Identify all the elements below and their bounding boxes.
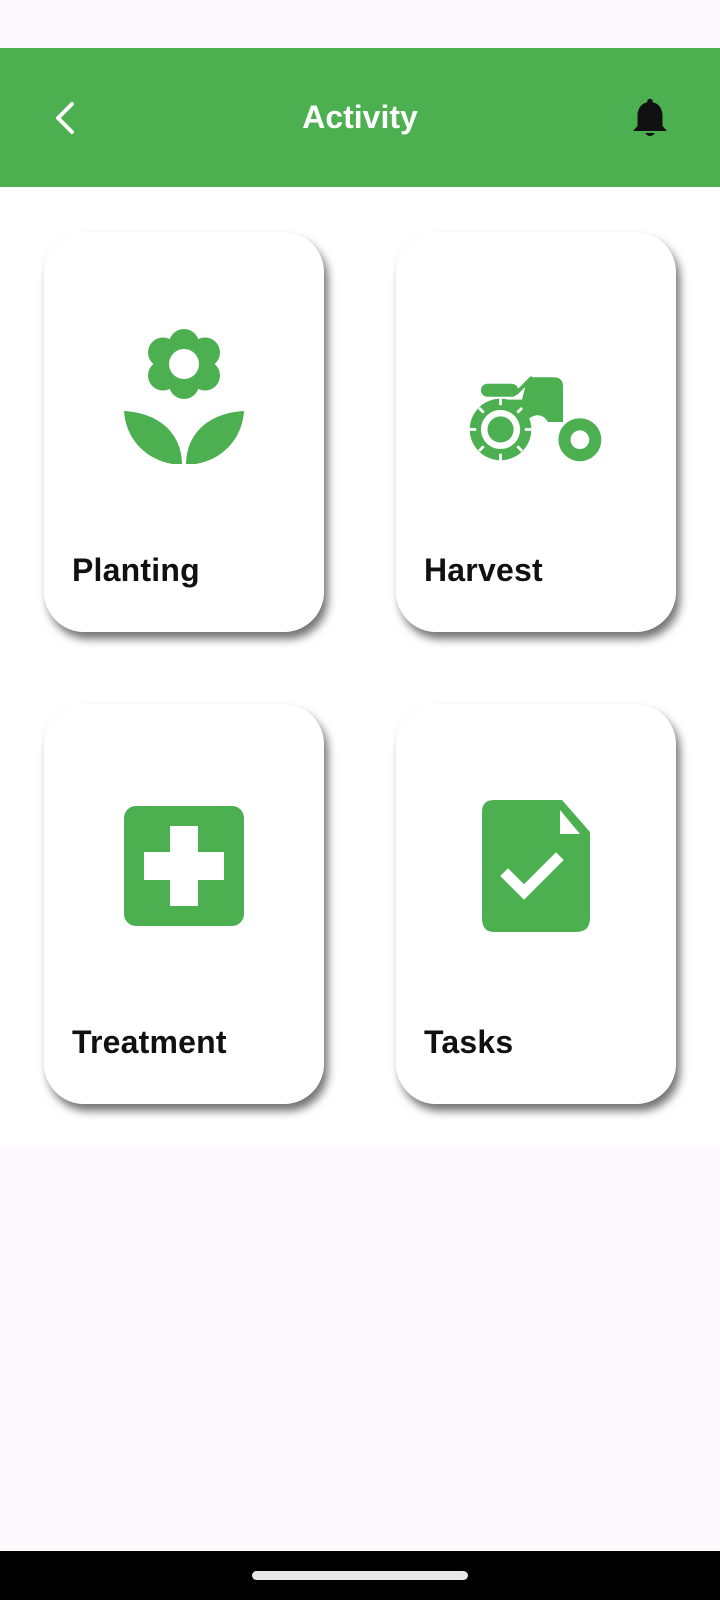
tasks-label: Tasks <box>424 1024 514 1060</box>
task-document-check-icon <box>482 800 590 932</box>
flower-icon <box>124 329 244 464</box>
notifications-button[interactable] <box>624 92 676 146</box>
tractor-icon <box>469 376 602 462</box>
harvest-label: Harvest <box>424 552 543 588</box>
home-gesture-handle[interactable] <box>252 1571 468 1580</box>
status-bar <box>0 0 720 48</box>
treatment-label: Treatment <box>72 1024 227 1060</box>
harvest-card[interactable]: Harvest <box>396 232 676 632</box>
planting-label: Planting <box>72 552 200 588</box>
tasks-card[interactable]: Tasks <box>396 704 676 1104</box>
bell-icon <box>633 98 667 136</box>
back-button[interactable] <box>40 90 90 146</box>
chevron-left-icon <box>56 102 74 134</box>
treatment-card[interactable]: Treatment <box>44 704 324 1104</box>
activity-grid: Planting Harvest Treatment Tasks <box>0 187 720 1145</box>
app-bar: Activity <box>0 48 720 187</box>
system-navigation-bar <box>0 1551 720 1600</box>
planting-card[interactable]: Planting <box>44 232 324 632</box>
medical-cross-icon <box>124 806 244 926</box>
page-title: Activity <box>302 99 418 135</box>
